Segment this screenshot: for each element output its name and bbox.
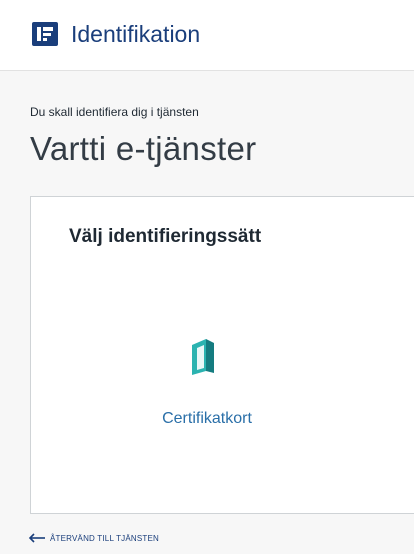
service-name: Vartti e-tjänster [30, 130, 257, 167]
return-to-service-link[interactable]: Återvänd till tjänsten [28, 530, 159, 546]
identification-method-card: Välj identifieringssätt Certifikatkort [30, 196, 414, 514]
return-to-service-label[interactable]: Återvänd till tjänsten [50, 534, 159, 543]
header-title: Identifikation [71, 21, 201, 47]
certificate-card-icon [190, 337, 216, 377]
certificate-card-label[interactable]: Certifikatkort [109, 409, 305, 429]
page-header: Identifikation [0, 0, 414, 71]
identify-intro-text: Du skall identifiera dig i tjänsten [30, 105, 199, 119]
suomi-fi-logo-icon [32, 22, 58, 46]
certificate-card-method[interactable]: Certifikatkort [109, 327, 319, 447]
card-title: Välj identifieringssätt [69, 226, 262, 247]
left-arrow-icon [28, 533, 46, 543]
